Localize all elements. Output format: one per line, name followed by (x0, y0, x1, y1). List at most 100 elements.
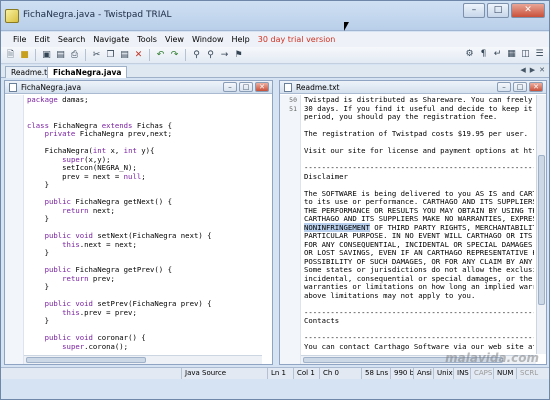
title-bar: FichaNegra.java - Twistpad TRIAL – □ ✕ (1, 1, 549, 31)
goto-icon[interactable]: → (219, 50, 230, 61)
undo-icon[interactable]: ↶ (155, 50, 166, 61)
layout-icon[interactable]: ▦ (506, 49, 517, 60)
code-editor[interactable]: package damas; class FichaNegra extends … (27, 96, 268, 364)
app-icon (5, 9, 19, 23)
print-icon[interactable]: ⎙ (69, 50, 80, 61)
save-icon[interactable]: ▣ (41, 50, 52, 61)
toolbar-separator (35, 49, 36, 61)
code-line: this.prev = prev; (62, 307, 137, 317)
menu-help[interactable]: Help (228, 35, 254, 44)
code-line: return prev; (62, 273, 115, 283)
code-line: this.next = next; (62, 239, 137, 249)
status-bar: Java Source Ln 1 Col 1 Ch 0 58 Lns 990 b… (1, 367, 549, 379)
pane-close-icon[interactable]: ✕ (529, 82, 543, 92)
format-icon[interactable]: ¶ (478, 49, 489, 60)
status-scrl: SCRL (516, 368, 541, 379)
app-window: FichaNegra.java - Twistpad TRIAL – □ ✕ F… (0, 0, 550, 400)
line-number-gutter[interactable] (280, 95, 301, 364)
save-all-icon[interactable]: ▤ (55, 50, 66, 61)
line-number: 50 (289, 96, 297, 104)
code-line: } (27, 214, 49, 223)
code-line: } (27, 248, 49, 257)
status-ch: Ch 0 (319, 368, 342, 379)
menu-navigate[interactable]: Navigate (89, 35, 133, 44)
text-line: Disclaimer (304, 171, 348, 181)
toolbar-separator (185, 49, 186, 61)
pane-close-icon[interactable]: ✕ (255, 82, 269, 92)
text-editor[interactable]: Twistpad is distributed as Shareware. Yo… (304, 96, 534, 354)
code-line: prev = next = null; (27, 171, 146, 181)
pane-maximize-icon[interactable]: □ (239, 82, 253, 92)
toolbar-separator (85, 49, 86, 61)
redo-icon[interactable]: ↷ (169, 50, 180, 61)
code-line: super.corona(); (62, 341, 129, 351)
document-icon (9, 83, 17, 92)
trial-notice[interactable]: 30 day trial version (254, 35, 340, 44)
code-line: } (27, 282, 49, 291)
scroll-thumb[interactable] (26, 357, 146, 363)
maximize-icon[interactable]: □ (487, 3, 509, 18)
window-controls: – □ ✕ (463, 3, 545, 18)
cut-icon[interactable]: ✂ (91, 50, 102, 61)
bookmark-icon[interactable]: ⚑ (233, 50, 244, 61)
menu-tools[interactable]: Tools (133, 35, 161, 44)
tab-close-icon[interactable]: ✕ (539, 66, 545, 74)
scroll-thumb[interactable] (538, 155, 545, 305)
menu-edit[interactable]: Edit (30, 35, 54, 44)
wrap-icon[interactable]: ↵ (492, 49, 503, 60)
status-lines: 58 Lns (361, 368, 391, 379)
editor-pane-right[interactable]: Readme.txt – □ ✕ 50 51 Twistpad is distri… (279, 80, 547, 365)
paste-icon[interactable]: ▤ (119, 50, 130, 61)
toolbar: 🗎 ■ ▣ ▤ ⎙ ✂ ❐ ▤ ✕ ↶ ↷ ⚲ ⚲ → ⚑ ⚙ ¶ ↵ ▦ ◫ … (1, 47, 549, 64)
options-icon[interactable]: ☰ (534, 49, 545, 60)
tab-nav: ◀ ▶ ✕ (520, 66, 545, 74)
status-ins: INS (453, 368, 472, 379)
find-icon[interactable]: ⚲ (191, 50, 202, 61)
line-number: 51 (289, 104, 297, 113)
pane-header: Readme.txt – □ ✕ (280, 81, 546, 94)
replace-icon[interactable]: ⚲ (205, 50, 216, 61)
document-tabs: Readme.txt FichaNegra.java ◀ ▶ ✕ (1, 65, 549, 78)
code-line: } (27, 316, 49, 325)
menu-window[interactable]: Window (188, 35, 228, 44)
new-file-icon[interactable]: 🗎 (5, 50, 16, 61)
vertical-scrollbar[interactable] (536, 95, 546, 354)
pane-minimize-icon[interactable]: – (497, 82, 511, 92)
line-numbers: 50 51 (280, 96, 297, 113)
toolbar-separator (149, 49, 150, 61)
copy-icon[interactable]: ❐ (105, 50, 116, 61)
mouse-cursor-icon (344, 22, 349, 31)
status-line: Ln 1 (267, 368, 289, 379)
tools-icon[interactable]: ⚙ (464, 49, 475, 60)
pane-minimize-icon[interactable]: – (223, 82, 237, 92)
window-title: FichaNegra.java - Twistpad TRIAL (23, 10, 172, 20)
code-line: } (27, 180, 49, 189)
menu-view[interactable]: View (161, 35, 188, 44)
tab-next-icon[interactable]: ▶ (530, 66, 535, 74)
tab-fichanegra[interactable]: FichaNegra.java (47, 66, 128, 78)
code-line: package damas; (27, 96, 89, 104)
pane-maximize-icon[interactable]: □ (513, 82, 527, 92)
pane-title: FichaNegra.java (21, 83, 82, 92)
pane-title: Readme.txt (296, 83, 340, 92)
open-folder-icon[interactable]: ■ (19, 50, 30, 61)
horizontal-scrollbar[interactable] (24, 355, 262, 364)
text-line: above limitations may not apply to you. (304, 290, 476, 300)
menu-search[interactable]: Search (54, 35, 89, 44)
text-line: Visit our site for license and payment o… (304, 146, 534, 155)
tab-prev-icon[interactable]: ◀ (520, 66, 525, 74)
fold-gutter[interactable] (5, 95, 24, 364)
minimize-icon[interactable]: – (463, 3, 485, 18)
split-icon[interactable]: ◫ (520, 49, 531, 60)
code-line: return next; (62, 205, 115, 215)
editor-pane-left[interactable]: FichaNegra.java – □ ✕ package damas; cla… (4, 80, 273, 365)
status-language[interactable]: Java Source (181, 368, 229, 379)
menu-file[interactable]: File (9, 35, 30, 44)
status-encoding[interactable]: Ansi (413, 368, 435, 379)
close-icon[interactable]: ✕ (511, 3, 545, 18)
code-line: private FichaNegra prev,next; (44, 129, 172, 138)
pane-header: FichaNegra.java – □ ✕ (5, 81, 272, 94)
delete-icon[interactable]: ✕ (133, 50, 144, 61)
pane-controls: – □ ✕ (497, 82, 543, 92)
